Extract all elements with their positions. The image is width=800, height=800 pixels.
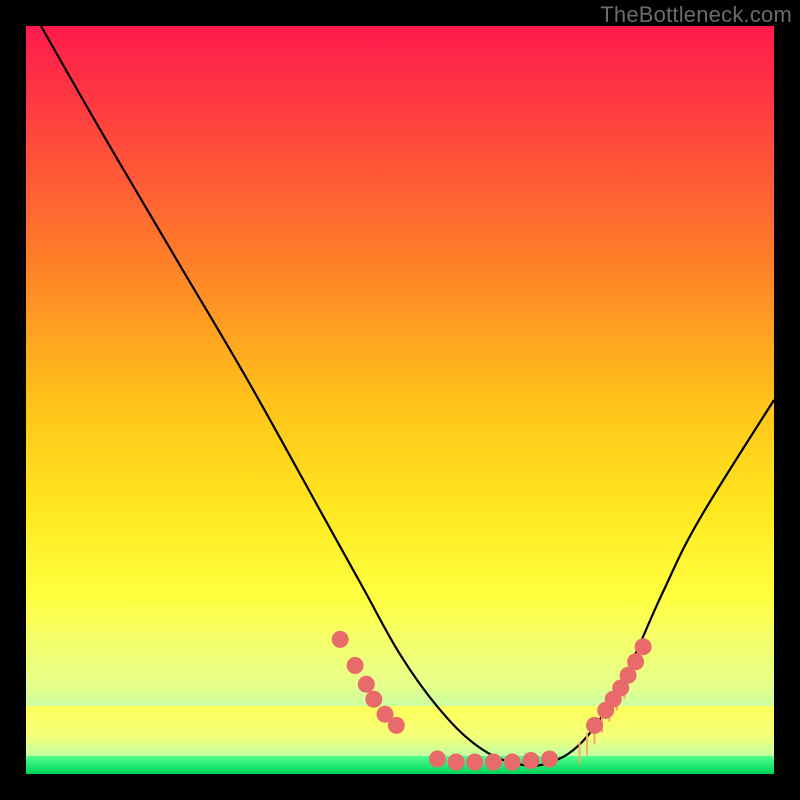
marker-dot <box>466 754 483 771</box>
chart-overlay <box>26 26 774 774</box>
marker-dot <box>358 676 375 693</box>
watermark-text: TheBottleneck.com <box>600 2 792 28</box>
right-marker-group <box>586 638 652 734</box>
chart-frame <box>26 26 774 774</box>
left-marker-group <box>332 631 405 734</box>
marker-dot <box>388 717 405 734</box>
marker-dot <box>485 754 502 771</box>
marker-dot <box>332 631 349 648</box>
bottleneck-curve <box>41 26 774 766</box>
marker-dot <box>522 752 539 769</box>
plot-area <box>26 26 774 774</box>
marker-dot <box>541 751 558 768</box>
marker-dot <box>627 653 644 670</box>
marker-dot <box>429 751 446 768</box>
bottom-marker-group <box>429 751 558 771</box>
marker-dot <box>448 754 465 771</box>
marker-dot <box>365 691 382 708</box>
marker-dot <box>586 717 603 734</box>
marker-dot <box>504 754 521 771</box>
marker-dot <box>635 638 652 655</box>
marker-dot <box>347 657 364 674</box>
